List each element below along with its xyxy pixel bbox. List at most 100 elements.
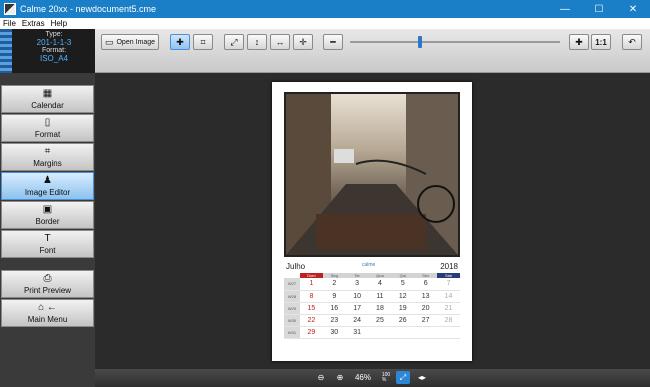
- day-cell: 15: [300, 302, 323, 315]
- calendar-grid: Dom Seg Ter Qua Qui Sex Sáb W27 1 2 3 4 …: [284, 273, 460, 339]
- app-icon: [4, 3, 16, 15]
- move-icon: ✚: [176, 36, 184, 47]
- fit-height-button[interactable]: ↕: [247, 34, 267, 50]
- day-cell: [368, 326, 392, 339]
- day-cell: 5: [391, 278, 415, 291]
- fit-all-button[interactable]: ⤢: [224, 34, 244, 50]
- calme-logo: calme: [362, 262, 376, 268]
- fit-width-icon[interactable]: ◂▸: [414, 371, 430, 384]
- week-row: W27 1 2 3 4 5 6 7: [284, 278, 460, 291]
- sidebar-item-label: Border: [35, 216, 60, 226]
- sidebar-item-print-preview[interactable]: ⎙ Print Preview: [1, 270, 94, 298]
- window-title: Calme 20xx - newdocument5.cme: [20, 4, 157, 14]
- day-cell: 21: [437, 302, 460, 315]
- day-cell: 1: [300, 278, 323, 291]
- week-number: W30: [284, 314, 300, 327]
- sidebar: ▦ Calendar ▯ Format ⌗ Margins ♟ Image Editor…: [0, 73, 95, 387]
- week-row: W31 29 30 31: [284, 326, 460, 339]
- week-number: W31: [284, 326, 300, 339]
- center-icon: ✛: [299, 36, 307, 47]
- actual-size-button[interactable]: 1:1: [591, 34, 611, 50]
- open-image-button[interactable]: ▭ Open Image: [101, 34, 159, 50]
- crop-tool-button[interactable]: ⌗: [193, 34, 213, 50]
- document-info: Type: 201-1-1-3 Format: ISO_A4: [0, 29, 95, 73]
- center-button[interactable]: ✛: [293, 34, 313, 50]
- sidebar-item-label: Font: [39, 245, 56, 255]
- actual-size-toggle[interactable]: 100 %: [378, 371, 394, 384]
- crop-icon: ⌗: [200, 36, 206, 47]
- sidebar-item-calendar[interactable]: ▦ Calendar: [1, 85, 94, 113]
- day-cell: 18: [368, 302, 392, 315]
- sidebar-item-image-editor[interactable]: ♟ Image Editor: [1, 172, 94, 200]
- zoom-in-button[interactable]: ✚: [569, 34, 589, 50]
- day-cell: 9: [322, 290, 346, 303]
- sidebar-item-margins[interactable]: ⌗ Margins: [1, 143, 94, 171]
- maximize-button[interactable]: ☐: [582, 0, 616, 18]
- sidebar-item-main-menu[interactable]: ⌂ ← Main Menu: [1, 299, 94, 327]
- calendar-icon: ▦: [42, 87, 53, 99]
- street-photo: [286, 94, 458, 255]
- day-cell: 2: [322, 278, 346, 291]
- day-cell: 12: [391, 290, 415, 303]
- undo-button[interactable]: ↶: [622, 34, 642, 50]
- week-number: W27: [284, 278, 300, 291]
- fit-width-button[interactable]: ↔: [270, 34, 290, 50]
- zoom-out-icon[interactable]: ⊖: [314, 371, 328, 384]
- day-cell: 3: [345, 278, 369, 291]
- menu-file[interactable]: File: [0, 19, 19, 28]
- zoom-percent: 46%: [354, 373, 371, 382]
- type-label: Type:: [45, 31, 63, 38]
- sidebar-item-label: Margins: [33, 158, 62, 168]
- zoom-out-button[interactable]: ━: [323, 34, 343, 50]
- printer-icon: ⎙: [43, 272, 52, 284]
- sidebar-item-font[interactable]: T Font: [1, 230, 94, 258]
- sidebar-item-label: Print Preview: [23, 285, 72, 295]
- day-cell: 30: [322, 326, 346, 339]
- fit-page-icon[interactable]: ⤢: [396, 371, 410, 384]
- undo-icon: ↶: [628, 36, 636, 47]
- zoom-slider-thumb[interactable]: [418, 36, 422, 48]
- fit-height-icon: ↕: [254, 37, 260, 47]
- calendar-year: 2018: [440, 262, 458, 271]
- menu-bar: File Extras Help: [0, 18, 650, 29]
- day-cell: [391, 326, 415, 339]
- sidebar-item-format[interactable]: ▯ Format: [1, 114, 94, 142]
- sidebar-item-label: Calendar: [31, 100, 64, 110]
- day-cell: 23: [322, 314, 346, 327]
- zoom-in-icon[interactable]: ⊕: [333, 371, 347, 384]
- home-icon: ⌂ ←: [38, 301, 57, 313]
- format-label: Format:: [41, 47, 67, 54]
- menu-extras[interactable]: Extras: [19, 19, 48, 28]
- minimize-button[interactable]: —: [548, 0, 582, 18]
- day-cell: 22: [300, 314, 323, 327]
- plus-icon: ✚: [575, 36, 583, 47]
- day-cell: 10: [345, 290, 369, 303]
- menu-help[interactable]: Help: [48, 19, 70, 28]
- minus-icon: ━: [330, 36, 336, 47]
- expand-icon: ⤢: [230, 36, 238, 47]
- calendar-photo[interactable]: [284, 92, 460, 257]
- font-icon: T: [44, 232, 51, 244]
- day-cell: [437, 326, 460, 339]
- day-cell: [414, 326, 438, 339]
- day-cell: 24: [345, 314, 369, 327]
- week-row: W30 22 23 24 25 26 27 28: [284, 314, 460, 327]
- week-number: W28: [284, 290, 300, 303]
- type-value: 201-1-1-3: [36, 38, 72, 47]
- day-cell: 20: [414, 302, 438, 315]
- margins-icon: ⌗: [44, 145, 51, 157]
- day-cell: 29: [300, 326, 323, 339]
- format-value: ISO_A4: [39, 54, 68, 63]
- close-button[interactable]: ✕: [616, 0, 650, 18]
- move-tool-button[interactable]: ✚: [170, 34, 190, 50]
- format-icon: ▯: [44, 116, 51, 128]
- week-row: W28 8 9 10 11 12 13 14: [284, 290, 460, 303]
- info-stripe: [0, 29, 12, 73]
- calendar-month: Julho: [286, 262, 306, 271]
- zoom-slider[interactable]: [350, 41, 560, 43]
- day-cell: 26: [391, 314, 415, 327]
- calendar-header: Julho calme 2018: [284, 262, 460, 272]
- sidebar-item-label: Main Menu: [27, 314, 68, 324]
- sidebar-item-border[interactable]: ▣ Border: [1, 201, 94, 229]
- day-cell: 16: [322, 302, 346, 315]
